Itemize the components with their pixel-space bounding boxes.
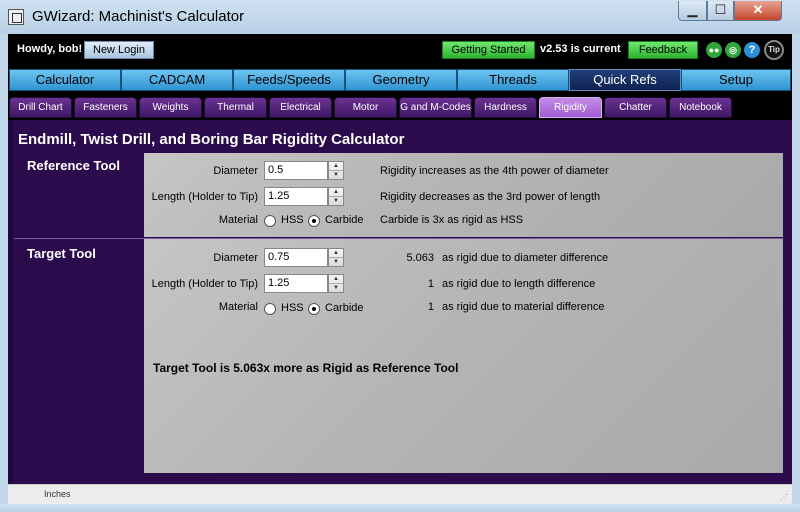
spin-down-icon[interactable]: ▼	[329, 258, 343, 266]
users-icon[interactable]: ●●	[706, 42, 722, 58]
help-icon[interactable]: ?	[744, 42, 760, 58]
spin-down-icon[interactable]: ▼	[329, 284, 343, 292]
target-tool-panel	[144, 239, 783, 473]
reference-length-note: Rigidity decreases as the 3rd power of l…	[380, 191, 601, 203]
spin-up-icon[interactable]: ▲	[329, 249, 343, 258]
getting-started-button[interactable]: Getting Started	[442, 41, 535, 59]
diameter-factor-text: as rigid due to diameter difference	[442, 252, 609, 264]
diameter-factor-value: 5.063	[406, 252, 434, 264]
window-frame-left	[0, 34, 8, 504]
tip-icon[interactable]: Tip	[764, 40, 784, 60]
maximize-icon: ☐	[714, 2, 727, 17]
subtab-rigidity[interactable]: Rigidity	[539, 97, 602, 118]
tab-cadcam[interactable]: CADCAM	[121, 69, 233, 91]
reference-length-input[interactable]: 1.25	[264, 187, 328, 206]
reference-diameter-stepper[interactable]: ▲ ▼	[328, 161, 344, 180]
reference-diameter-note: Rigidity increases as the 4th power of d…	[380, 165, 609, 177]
units-indicator: Inches	[44, 489, 71, 499]
reference-hss-radio[interactable]	[264, 215, 276, 227]
tab-feeds-speeds[interactable]: Feeds/Speeds	[233, 69, 345, 91]
target-length-label: Length (Holder to Tip)	[151, 278, 258, 290]
window-frame-right	[792, 34, 800, 504]
reference-diameter-input[interactable]: 0.5	[264, 161, 328, 180]
reference-length-label: Length (Holder to Tip)	[151, 191, 258, 203]
subtab-electrical[interactable]: Electrical	[269, 97, 332, 118]
close-icon: ✕	[752, 2, 764, 17]
target-hss-label: HSS	[281, 302, 304, 314]
material-factor-text: as rigid due to material difference	[442, 301, 605, 313]
spin-up-icon[interactable]: ▲	[329, 275, 343, 284]
tab-setup[interactable]: Setup	[681, 69, 791, 91]
target-tool-heading: Target Tool	[27, 246, 96, 261]
reference-diameter-label: Diameter	[213, 165, 258, 177]
target-diameter-label: Diameter	[213, 252, 258, 264]
main-tab-bar: Calculator CADCAM Feeds/Speeds Geometry …	[8, 67, 792, 92]
subtab-g-and-m-codes[interactable]: G and M-Codes	[399, 97, 472, 118]
target-carbide-radio[interactable]	[308, 303, 320, 315]
calculator-title: Endmill, Twist Drill, and Boring Bar Rig…	[18, 131, 405, 148]
reference-material-note: Carbide is 3x as rigid as HSS	[380, 214, 524, 226]
subtab-thermal[interactable]: Thermal	[204, 97, 267, 118]
target-carbide-label: Carbide	[325, 302, 364, 314]
length-factor-value: 1	[427, 278, 434, 290]
spin-down-icon[interactable]: ▼	[329, 197, 343, 205]
target-length-stepper[interactable]: ▲ ▼	[328, 274, 344, 293]
subtab-notebook[interactable]: Notebook	[669, 97, 732, 118]
spin-up-icon[interactable]: ▲	[329, 188, 343, 197]
subtab-motor[interactable]: Motor	[334, 97, 397, 118]
window-frame-bottom	[0, 504, 800, 512]
reference-length-stepper[interactable]: ▲ ▼	[328, 187, 344, 206]
length-factor-text: as rigid due to length difference	[442, 278, 596, 290]
window-title: GWizard: Machinist's Calculator	[32, 8, 245, 25]
tab-threads[interactable]: Threads	[457, 69, 569, 91]
resize-grip-icon[interactable]: ⋰	[780, 493, 790, 503]
version-status: v2.53 is current	[540, 43, 621, 55]
greeting-text: Howdy, bob!	[17, 43, 83, 55]
support-icon[interactable]: ◎	[725, 42, 741, 58]
feedback-button[interactable]: Feedback	[628, 41, 698, 59]
new-login-button[interactable]: New Login	[84, 41, 154, 59]
subtab-weights[interactable]: Weights	[139, 97, 202, 118]
subtab-chatter[interactable]: Chatter	[604, 97, 667, 118]
reference-material-label: Material	[218, 214, 258, 226]
status-bar: Inches ⋰	[8, 484, 792, 505]
material-factor-value: 1	[427, 301, 434, 313]
reference-hss-label: HSS	[281, 214, 304, 226]
spin-up-icon[interactable]: ▲	[329, 162, 343, 171]
subtab-hardness[interactable]: Hardness	[474, 97, 537, 118]
reference-carbide-radio[interactable]	[308, 215, 320, 227]
tab-quick-refs[interactable]: Quick Refs	[569, 69, 681, 91]
app-icon	[8, 9, 24, 25]
header-bar: Howdy, bob! New Login Getting Started v2…	[8, 34, 792, 67]
tab-geometry[interactable]: Geometry	[345, 69, 457, 91]
maximize-button[interactable]: ☐	[707, 1, 734, 21]
target-hss-radio[interactable]	[264, 303, 276, 315]
minimize-icon: ▁	[687, 2, 698, 17]
target-diameter-input[interactable]: 0.75	[264, 248, 328, 267]
subtab-fasteners[interactable]: Fasteners	[74, 97, 137, 118]
spin-down-icon[interactable]: ▼	[329, 171, 343, 179]
target-diameter-stepper[interactable]: ▲ ▼	[328, 248, 344, 267]
reference-tool-heading: Reference Tool	[27, 158, 120, 173]
sub-tab-bar: Drill Chart Fasteners Weights Thermal El…	[8, 92, 792, 120]
app-window: GWizard: Machinist's Calculator ▁ ☐ ✕ Ho…	[0, 0, 800, 512]
minimize-button[interactable]: ▁	[678, 1, 707, 21]
target-material-label: Material	[218, 301, 258, 313]
tab-calculator[interactable]: Calculator	[9, 69, 121, 91]
rigidity-result: Target Tool is 5.063x more as Rigid as R…	[153, 361, 459, 375]
title-bar[interactable]: GWizard: Machinist's Calculator ▁ ☐ ✕	[0, 0, 800, 35]
close-button[interactable]: ✕	[734, 1, 782, 21]
subtab-drill-chart[interactable]: Drill Chart	[9, 97, 72, 118]
reference-carbide-label: Carbide	[325, 214, 364, 226]
target-length-input[interactable]: 1.25	[264, 274, 328, 293]
